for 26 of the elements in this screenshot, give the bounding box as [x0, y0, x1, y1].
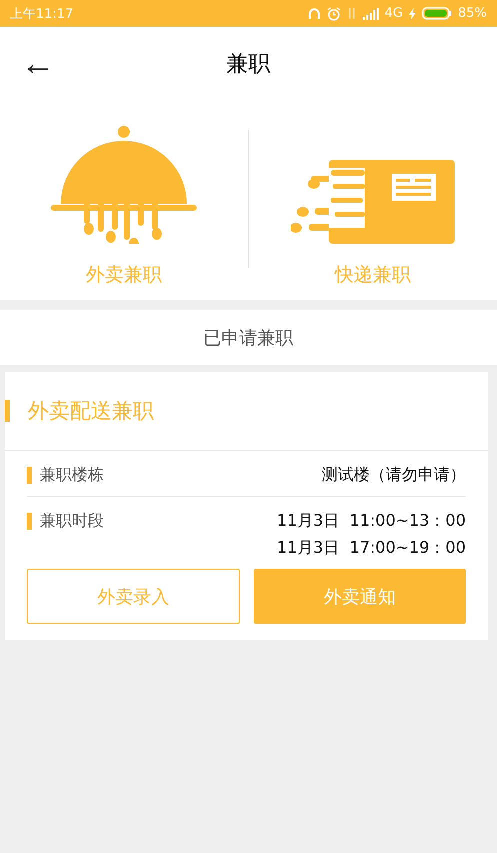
headphones-icon: [308, 7, 321, 20]
card-title: 外卖配送兼职: [28, 398, 154, 425]
field-value: 11月3日 11:00~13：00: [277, 511, 466, 532]
field-value: 11月3日 17:00~19：00: [277, 538, 466, 559]
battery-icon: [422, 7, 452, 20]
category-button[interactable]: 外卖兼职: [0, 100, 248, 300]
charging-icon: [409, 8, 416, 20]
network-type: 4G: [384, 6, 404, 21]
section-title: 已申请兼职: [204, 326, 294, 350]
battery-percent: 85%: [458, 6, 487, 21]
accent-bar: [27, 513, 32, 530]
data-arrows-icon: [346, 7, 357, 20]
signal-icon: [362, 8, 379, 20]
category-button[interactable]: 快递兼职: [249, 100, 497, 300]
accent-bar: [5, 400, 10, 422]
field-label: 兼职楼栋: [40, 465, 104, 486]
action-button[interactable]: 外卖录入: [27, 569, 240, 624]
alarm-icon: [326, 6, 341, 20]
field-label: 兼职时段: [40, 511, 104, 532]
status-time: 上午11:17: [10, 6, 74, 22]
page-title: 兼职: [226, 52, 270, 76]
dome-icon: [51, 124, 197, 244]
action-button[interactable]: 外卖通知: [254, 569, 466, 624]
back-button[interactable]: ←: [20, 46, 56, 80]
field-value: 测试楼（请勿申请）: [322, 465, 466, 486]
accent-bar: [27, 467, 32, 484]
